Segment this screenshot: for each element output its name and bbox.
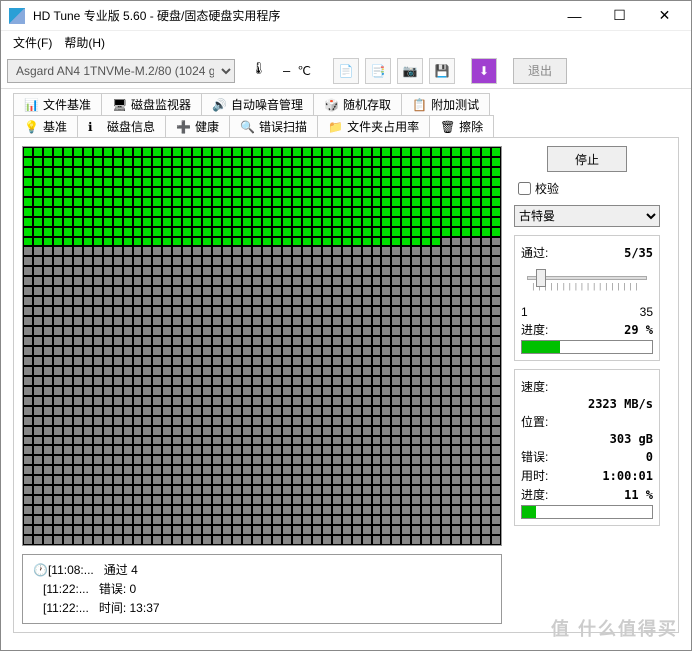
tab-label: 文件夹占用率 (347, 118, 419, 135)
exit-button[interactable]: 退出 (513, 58, 567, 84)
progress2-label: 进度: (521, 486, 548, 503)
copy-text-button[interactable]: 📄 (333, 58, 359, 84)
tab-健康[interactable]: ➕ 健康 (165, 115, 230, 137)
tab-label: 错误扫描 (259, 118, 307, 135)
progress1-value: 29 % (624, 323, 653, 337)
thermometer-icon: 🌡 (251, 61, 271, 81)
log-line-2-text: 错误: 0 (99, 582, 136, 596)
slider-min: 1 (521, 305, 528, 319)
position-label: 位置: (521, 413, 548, 430)
tab-错误扫描[interactable]: 🔍 错误扫描 (229, 115, 318, 137)
speed-label: 速度: (521, 378, 548, 395)
titlebar: HD Tune 专业版 5.60 - 硬盘/固态硬盘实用程序 — ☐ ✕ (1, 1, 691, 31)
tab-label: 磁盘监视器 (131, 96, 191, 113)
progress2-bar (521, 505, 653, 519)
menubar: 文件(F) 帮助(H) (1, 31, 691, 53)
log-line-1-text: 通过 4 (104, 563, 138, 577)
tab-label: 磁盘信息 (107, 118, 155, 135)
erase-block-map (22, 146, 502, 546)
pass-value: 5/35 (624, 246, 653, 260)
time-value: 1:00:01 (602, 469, 653, 483)
tab-label: 附加测试 (431, 96, 479, 113)
tab-icon: 📁 (328, 120, 342, 134)
tab-label: 基准 (43, 118, 67, 135)
tab-icon: ℹ (88, 120, 102, 134)
log-line-1-time: [11:08:... (48, 563, 94, 577)
toolbar: Asgard AN4 1TNVMe-M.2/80 (1024 gB) 🌡 — ℃… (1, 53, 691, 89)
tab-icon: 🔍 (240, 120, 254, 134)
progress1-label: 进度: (521, 321, 548, 338)
progress2-value: 11 % (624, 488, 653, 502)
position-value: 303 gB (610, 432, 653, 446)
minimize-button[interactable]: — (552, 2, 597, 30)
tab-基准[interactable]: 💡 基准 (13, 115, 78, 137)
temperature-value: — ℃ (277, 64, 317, 78)
device-select[interactable]: Asgard AN4 1TNVMe-M.2/80 (1024 gB) (7, 59, 235, 83)
time-label: 用时: (521, 467, 548, 484)
close-button[interactable]: ✕ (642, 2, 687, 30)
speed-value: 2323 MB/s (588, 397, 653, 411)
tab-label: 文件基准 (43, 96, 91, 113)
log-line-3-text: 时间: 13:37 (99, 601, 160, 615)
tab-附加测试[interactable]: 📋 附加测试 (401, 93, 490, 115)
tab-label: 擦除 (459, 118, 483, 135)
stop-button[interactable]: 停止 (547, 146, 627, 172)
tab-icon: 🗑 (440, 120, 454, 134)
tab-label: 健康 (195, 118, 219, 135)
copy-data-button[interactable]: 📑 (365, 58, 391, 84)
method-select[interactable]: 古特曼 (514, 205, 660, 227)
errors-value: 0 (646, 450, 653, 464)
verify-label: 校验 (535, 180, 559, 197)
menu-file[interactable]: 文件(F) (7, 32, 58, 53)
tab-自动噪音管理[interactable]: 🔊 自动噪音管理 (201, 93, 314, 115)
tab-文件基准[interactable]: 📊 文件基准 (13, 93, 102, 115)
tab-label: 自动噪音管理 (231, 96, 303, 113)
status-panel: 速度: 2323 MB/s 位置: 303 gB 错误: 0 用时: 1:00:01… (514, 369, 660, 526)
slider-max: 35 (640, 305, 653, 319)
tab-随机存取[interactable]: 🎲 随机存取 (313, 93, 402, 115)
clock-icon: 🕐 (33, 563, 48, 577)
pass-panel: 通过: 5/35 |||||||||||||||||| 1 35 进度: 29 … (514, 235, 660, 361)
pass-label: 通过: (521, 244, 548, 261)
errors-label: 错误: (521, 448, 548, 465)
options-button[interactable]: ⬇ (471, 58, 497, 84)
screenshot-button[interactable]: 📷 (397, 58, 423, 84)
save-button[interactable]: 💾 (429, 58, 455, 84)
app-logo-icon (9, 8, 25, 24)
tab-icon: 📊 (24, 98, 38, 112)
tab-磁盘信息[interactable]: ℹ 磁盘信息 (77, 115, 166, 137)
tab-擦除[interactable]: 🗑 擦除 (429, 115, 494, 137)
pass-slider[interactable]: |||||||||||||||||| (521, 263, 653, 303)
tab-文件夹占用率[interactable]: 📁 文件夹占用率 (317, 115, 430, 137)
tab-icon: 💡 (24, 120, 38, 134)
tab-label: 随机存取 (343, 96, 391, 113)
menu-help[interactable]: 帮助(H) (58, 32, 111, 53)
log-line-2-time: [11:22:... (43, 582, 89, 596)
tab-icon: 📋 (412, 98, 426, 112)
tab-icon: 🎲 (324, 98, 338, 112)
maximize-button[interactable]: ☐ (597, 2, 642, 30)
tabs: 📊 文件基准 🖥 磁盘监视器 🔊 自动噪音管理 🎲 随机存取 📋 附加测试 💡 基准 ℹ 磁盘信息 ➕ 健康… (13, 93, 679, 137)
progress1-bar (521, 340, 653, 354)
log-line-3-time: [11:22:... (43, 601, 89, 615)
log-box[interactable]: 🕐[11:08:... 通过 4 [11:22:... 错误: 0 [11:22… (22, 554, 502, 624)
tab-磁盘监视器[interactable]: 🖥 磁盘监视器 (101, 93, 202, 115)
verify-checkbox[interactable] (518, 182, 531, 195)
tab-icon: 🔊 (212, 98, 226, 112)
tab-content-erase: 🕐[11:08:... 通过 4 [11:22:... 错误: 0 [11:22… (13, 137, 679, 633)
window-title: HD Tune 专业版 5.60 - 硬盘/固态硬盘实用程序 (33, 7, 552, 24)
tab-icon: 🖥 (112, 98, 126, 112)
verify-checkbox-label[interactable]: 校验 (514, 180, 660, 197)
side-panel: 停止 校验 古特曼 通过: 5/35 |||||||||||||||||| 1 … (514, 146, 660, 624)
tab-icon: ➕ (176, 120, 190, 134)
